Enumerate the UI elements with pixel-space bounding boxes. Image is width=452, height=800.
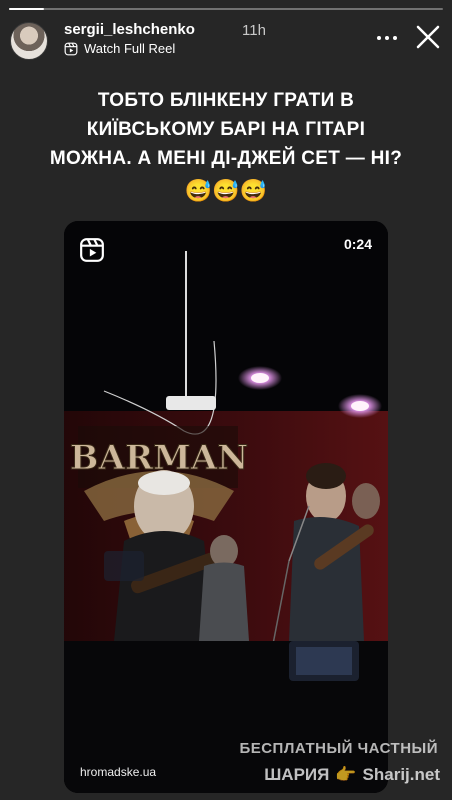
- reel-preview-card[interactable]: BARMAN 0:24 hromadske.ua: [64, 221, 388, 793]
- avatar[interactable]: [10, 22, 48, 60]
- username[interactable]: sergii_leshchenko: [64, 21, 195, 38]
- caption-line: МОЖНА. А МЕНІ ДІ-ДЖЕЙ СЕТ — НІ?: [49, 148, 403, 169]
- reels-badge-icon: [80, 238, 104, 262]
- watermark-line2: ШАРИЯ 👉 Sharij.net: [264, 765, 440, 785]
- story-caption: ТОБТО БЛІНКЕНУ ГРАТИ В КИЇВСЬКОМУ БАРІ Н…: [0, 86, 452, 173]
- reel-source-label: hromadske.ua: [80, 765, 157, 779]
- more-icon[interactable]: [375, 30, 399, 46]
- watch-full-reel-link[interactable]: Watch Full Reel: [64, 41, 175, 56]
- pointing-hand-icon: 👉: [335, 765, 357, 784]
- story-header: sergii_leshchenko 11h Watch Full Reel: [10, 18, 442, 62]
- watch-full-reel-label: Watch Full Reel: [84, 41, 176, 56]
- caption-emojis: 😅😅😅: [184, 178, 268, 203]
- close-icon[interactable]: [414, 23, 442, 51]
- caption-line: КИЇВСЬКОМУ БАРІ НА ГІТАРІ: [86, 119, 366, 140]
- post-time: 11h: [242, 22, 266, 39]
- story-progress-fill: [9, 8, 44, 10]
- watermark-site: Sharij.net: [362, 765, 440, 784]
- reel-duration: 0:24: [343, 236, 372, 252]
- watermark-line1: БЕСПЛАТНЫЙ ЧАСТНЫЙ: [239, 740, 438, 757]
- reel-icon: [64, 42, 78, 55]
- story-progress-bar: [9, 8, 443, 10]
- caption-line: ТОБТО БЛІНКЕНУ ГРАТИ В: [97, 90, 355, 111]
- watermark-name: ШАРИЯ: [264, 765, 330, 784]
- reel-video-frame: BARMAN: [64, 221, 388, 793]
